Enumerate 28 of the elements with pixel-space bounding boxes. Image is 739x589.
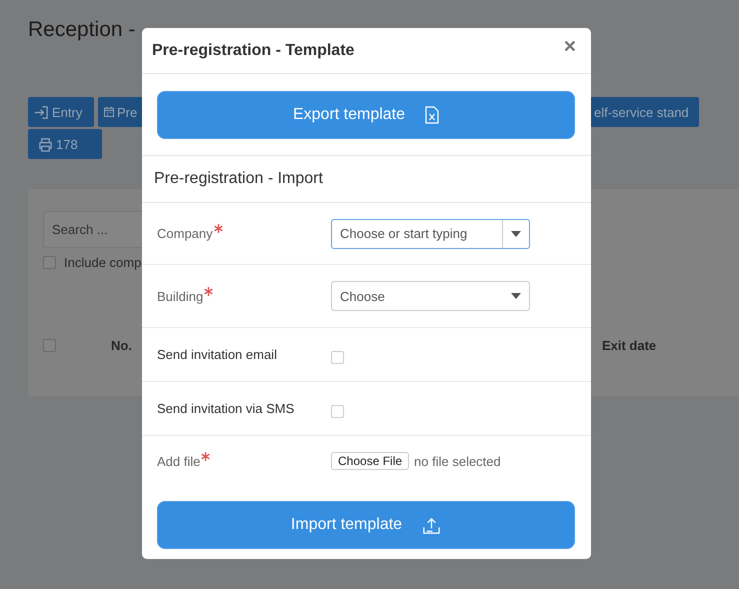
upload-icon <box>422 516 442 534</box>
choose-file-button[interactable]: Choose File <box>331 452 410 470</box>
caret-icon <box>511 230 521 236</box>
select-all-checkbox[interactable] <box>43 339 56 352</box>
field-label: Building <box>157 288 204 304</box>
printer-icon <box>38 136 53 152</box>
toolbar-button[interactable]: 178 <box>28 129 102 159</box>
caret-icon <box>511 293 521 299</box>
page-title: Reception - <box>28 18 136 43</box>
calendar-icon <box>103 106 115 118</box>
column-header: No. <box>111 338 132 353</box>
spreadsheet-file-icon <box>425 106 440 124</box>
checkbox[interactable] <box>43 256 56 269</box>
file-status: no file selected <box>414 454 501 468</box>
close-button[interactable]: × <box>564 36 576 56</box>
field-label: Add file <box>157 454 200 468</box>
combo-box[interactable]: Choose or start typing <box>331 218 530 248</box>
toolbar-button[interactable]: elf-service stand <box>590 97 699 127</box>
toolbar-button[interactable]: Entry <box>28 97 94 127</box>
column-header: Exit date <box>602 338 656 353</box>
field-label: Send invitation email <box>157 347 277 362</box>
dropdown-select[interactable]: Choose <box>331 281 530 311</box>
sign-in-icon <box>34 104 49 120</box>
section-title: Pre-registration - Import <box>142 156 591 203</box>
import-button[interactable]: Import template <box>157 501 575 549</box>
dialog-title: Pre-registration - Template <box>152 42 354 60</box>
field-label: Send invitation via SMS <box>157 401 294 416</box>
export-button[interactable]: Export template <box>157 90 575 138</box>
